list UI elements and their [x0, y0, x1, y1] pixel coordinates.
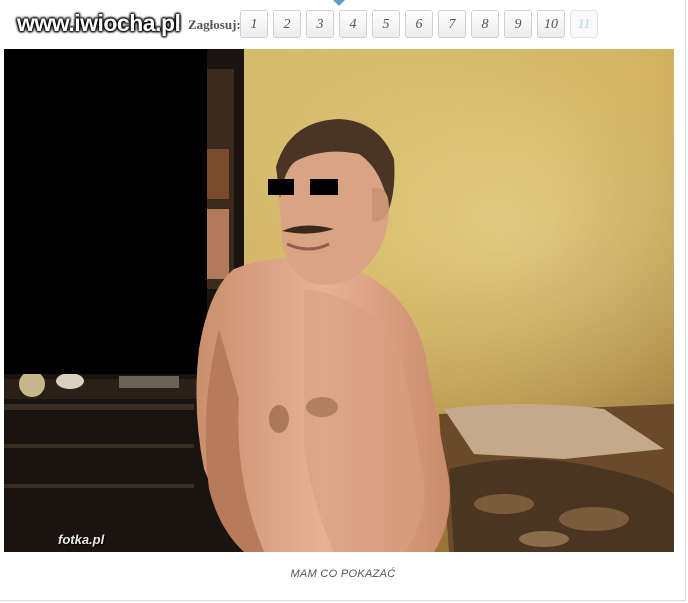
vote-label: Zagłosuj: [188, 17, 241, 32]
photo-scene [4, 49, 674, 552]
post-caption: MAM CO POKAZAĆ [290, 568, 396, 580]
vote-button-4[interactable]: 4 [339, 10, 367, 38]
post-photo[interactable]: fotka.pl [4, 49, 674, 552]
vote-button-5[interactable]: 5 [372, 10, 400, 38]
vote-button-9[interactable]: 9 [504, 10, 532, 38]
pointer-arrow-icon [333, 0, 345, 6]
vote-button-2[interactable]: 2 [273, 10, 301, 38]
vote-button-1[interactable]: 1 [240, 10, 268, 38]
vote-button-7[interactable]: 7 [438, 10, 466, 38]
vote-button-6[interactable]: 6 [405, 10, 433, 38]
vote-button-10[interactable]: 10 [537, 10, 565, 38]
vote-button-3[interactable]: 3 [306, 10, 334, 38]
vote-button-8[interactable]: 8 [471, 10, 499, 38]
site-watermark: www.iwiocha.pl [17, 10, 181, 36]
photo-credit: fotka.pl [58, 532, 105, 547]
vote-button-11: 11 [570, 10, 598, 38]
